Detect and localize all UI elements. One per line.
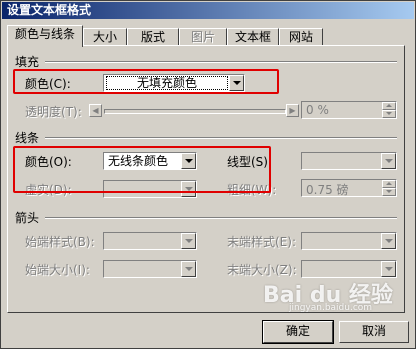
tab-textbox[interactable]: 文本框 <box>227 28 279 45</box>
begin-size-combo <box>103 260 197 278</box>
begin-style-combo <box>103 232 197 250</box>
transparency-value: 0 % <box>306 103 329 117</box>
dash-dropdown-button <box>181 181 196 197</box>
transparency-label: 透明度(T): <box>25 105 82 119</box>
chevron-down-icon <box>385 267 393 271</box>
end-size-label: 末端大小(Z): <box>227 263 297 277</box>
tab-colors-lines[interactable]: 颜色与线条 <box>7 25 83 47</box>
dash-label: 虚实(D): <box>25 183 72 197</box>
fill-color-combo[interactable]: 无填充颜色 <box>103 74 245 92</box>
watermark-url: jingyan.baidu.com <box>289 303 373 313</box>
tab-size[interactable]: 大小 <box>83 28 127 45</box>
transparency-spinner: 0 % <box>301 101 397 119</box>
line-style-dropdown-button <box>381 153 396 169</box>
spin-down-icon <box>382 188 396 196</box>
line-style-combo <box>301 152 397 170</box>
weight-spinner: 0.75 磅 <box>301 179 397 197</box>
spin-up-icon <box>382 102 396 110</box>
fill-color-value: 无填充颜色 <box>106 76 228 90</box>
line-color-label: 颜色(O): <box>25 155 72 169</box>
dialog-title: 设置文本框格式 <box>2 2 414 19</box>
spin-up-icon <box>382 180 396 188</box>
transparency-slider <box>104 109 286 114</box>
arrows-group-title: 箭头 <box>15 211 40 225</box>
arrows-divider <box>45 217 397 219</box>
line-group-title: 线条 <box>15 131 40 145</box>
begin-style-label: 始端样式(B): <box>25 235 95 249</box>
line-color-value: 无线条颜色 <box>108 154 169 168</box>
end-size-combo <box>301 260 397 278</box>
chevron-down-icon <box>185 239 193 243</box>
line-style-label: 线型(S) <box>227 155 268 169</box>
chevron-down-icon <box>233 81 241 85</box>
ok-button[interactable]: 确定 <box>262 320 334 344</box>
end-style-combo <box>301 232 397 250</box>
tab-web[interactable]: 网站 <box>279 28 323 45</box>
chevron-down-icon <box>385 239 393 243</box>
dash-combo <box>103 180 197 198</box>
tab-layout[interactable]: 版式 <box>127 28 179 45</box>
format-textbox-dialog: 设置文本框格式 颜色与线条 大小 版式 图片 文本框 网站 填充 颜色(C): … <box>0 0 416 349</box>
end-style-label: 末端样式(E): <box>227 235 296 249</box>
cancel-button[interactable]: 取消 <box>339 321 409 343</box>
line-color-combo[interactable]: 无线条颜色 <box>103 152 197 170</box>
fill-divider <box>45 61 397 63</box>
slider-right-icon: ▶ <box>286 104 299 117</box>
tab-picture: 图片 <box>179 28 227 45</box>
fill-color-label: 颜色(C): <box>25 77 71 91</box>
chevron-down-icon <box>185 159 193 163</box>
chevron-down-icon <box>185 187 193 191</box>
weight-value: 0.75 磅 <box>306 183 349 197</box>
spin-down-icon <box>382 110 396 118</box>
fill-color-dropdown-button[interactable] <box>229 75 244 91</box>
line-color-dropdown-button[interactable] <box>181 153 196 169</box>
slider-left-icon: ◀ <box>89 104 102 117</box>
weight-label: 粗细(W): <box>227 183 277 197</box>
fill-group-title: 填充 <box>15 55 40 69</box>
chevron-down-icon <box>185 267 193 271</box>
begin-size-label: 始端大小(I): <box>25 263 90 277</box>
chevron-down-icon <box>385 159 393 163</box>
line-divider <box>45 137 397 139</box>
